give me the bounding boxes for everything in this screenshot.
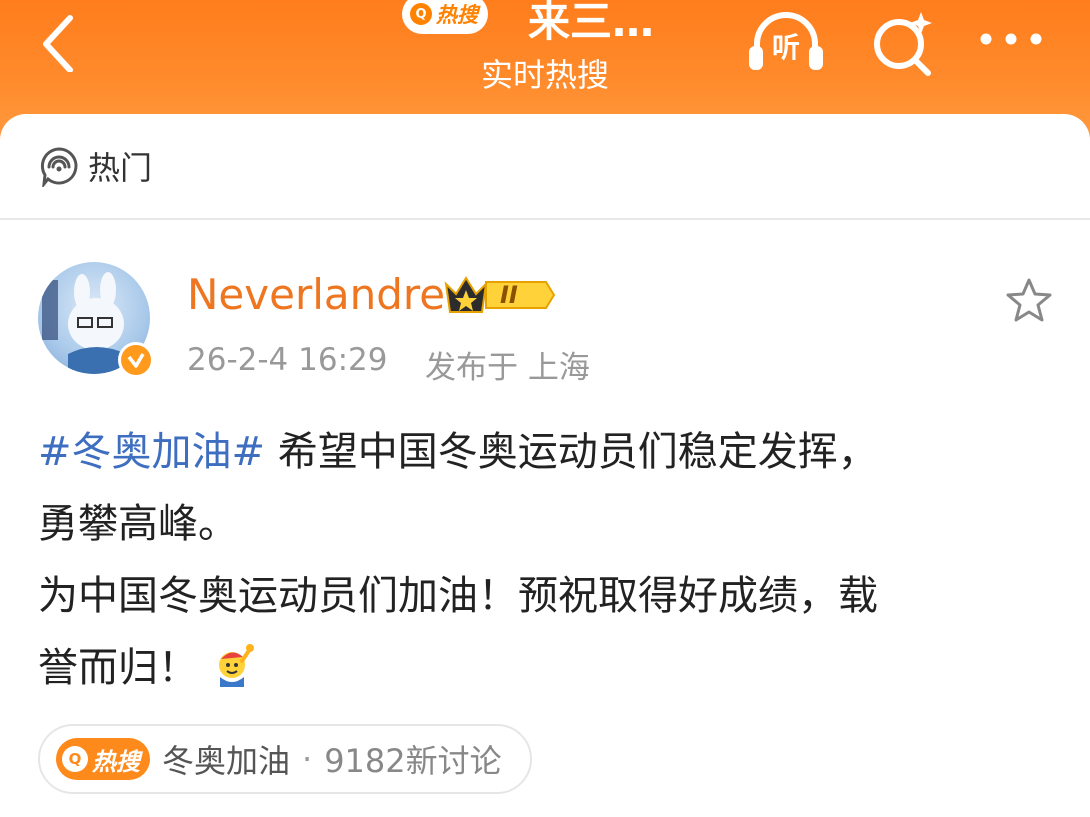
verified-badge-icon xyxy=(118,342,154,378)
chevron-left-icon[interactable] xyxy=(30,8,90,72)
page-subtitle: 实时热搜 xyxy=(480,56,609,94)
hot-search-tag: Q 热搜 xyxy=(56,738,150,780)
hot-topic-pill[interactable]: Q 热搜 冬奥加油 · 9182新讨论 xyxy=(38,724,532,794)
search-q-icon: Q xyxy=(410,3,432,25)
avatar[interactable] xyxy=(38,262,154,378)
tab-hot[interactable]: 热门 xyxy=(38,144,152,188)
post-text-line1: 希望中国冬奥运动员们稳定发挥， xyxy=(265,429,878,475)
member-crown-badge[interactable]: II xyxy=(442,272,556,318)
post-timestamp: 26-2-4 16:29 xyxy=(187,342,388,378)
listen-label: 听 xyxy=(771,31,800,64)
post-hashtag[interactable]: #冬奥加油# xyxy=(38,429,265,475)
search-q-icon: Q xyxy=(62,746,88,772)
hot-chat-icon xyxy=(40,147,78,187)
hot-search-tag-text: 热搜 xyxy=(92,747,140,776)
crown-icon xyxy=(444,276,556,313)
cheer-emoji-icon xyxy=(219,644,254,687)
topic-name: 冬奥加油 xyxy=(162,742,291,780)
star-icon[interactable] xyxy=(1004,276,1054,326)
more-dots-icon[interactable] xyxy=(976,24,1046,54)
post-text-line3: 为中国冬奥运动员们加油！预祝取得好成绩，载 xyxy=(38,573,878,619)
topic-discussion-count: 9182新讨论 xyxy=(324,742,502,780)
search-sparkle-icon[interactable] xyxy=(866,6,940,80)
member-level: II xyxy=(500,281,518,309)
post-text-line2: 勇攀高峰。 xyxy=(38,501,238,547)
tab-hot-label: 热门 xyxy=(88,149,153,187)
page-title: 来三… xyxy=(528,0,655,46)
tab-bar: 热门 xyxy=(0,114,1090,220)
topic-separator: · xyxy=(302,740,313,778)
username[interactable]: Neverlandre xyxy=(187,270,445,319)
listen-button[interactable]: 听 xyxy=(745,8,827,78)
post-content: #冬奥加油# 希望中国冬奥运动员们稳定发挥， 勇攀高峰。 为中国冬奥运动员们加油… xyxy=(38,416,1068,704)
post-location: 发布于 上海 xyxy=(425,350,590,386)
hot-search-badge-text: 热搜 xyxy=(436,3,478,27)
hot-search-badge: Q 热搜 xyxy=(402,0,488,34)
weibo-post-page: Q 热搜 来三… 实时热搜 听 热门 Neverlandre II 26-2-4… xyxy=(0,0,1090,817)
post-text-line4: 誉而归！ xyxy=(38,645,198,691)
